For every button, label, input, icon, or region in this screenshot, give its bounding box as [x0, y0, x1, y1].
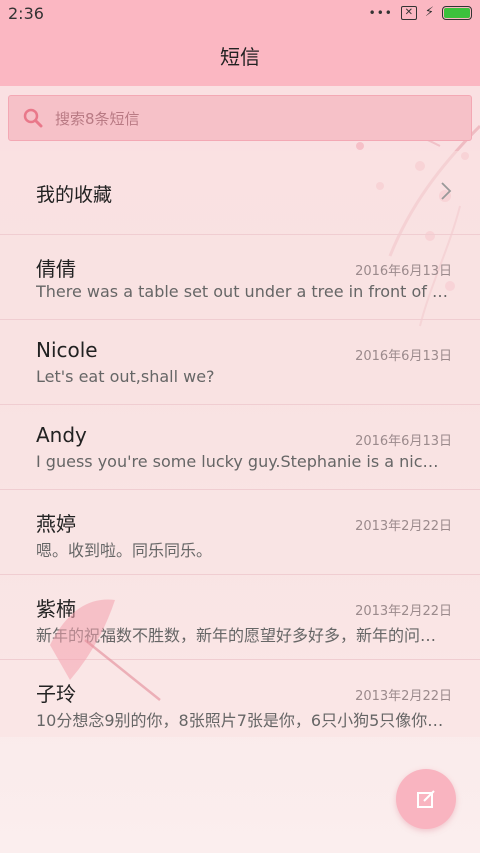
conversation-list: 我的收藏 倩倩 2016年6月13日 There was a table set… — [0, 151, 480, 737]
search-icon — [23, 108, 43, 128]
message-date: 2013年2月22日 — [355, 519, 452, 534]
charging-icon: ⚡ — [424, 5, 434, 20]
message-preview: 新年的祝福数不胜数，新年的愿望好多好多，新年的问候... — [36, 626, 448, 645]
page-title: 短信 — [220, 45, 260, 69]
contact-name: 燕婷 — [36, 512, 76, 536]
conversation-row[interactable]: 燕婷 2013年2月22日 嗯。收到啦。同乐同乐。 — [0, 490, 480, 575]
contact-name: Nicole — [36, 338, 98, 362]
message-preview: 嗯。收到啦。同乐同乐。 — [36, 541, 213, 560]
message-preview: There was a table set out under a tree i… — [36, 282, 448, 301]
battery-icon — [442, 5, 472, 20]
contact-name: Andy — [36, 423, 87, 447]
message-date: 2016年6月13日 — [355, 264, 452, 279]
contact-name: 紫楠 — [36, 597, 76, 621]
no-sim-icon: ✕ — [400, 5, 417, 20]
status-bar: 2:36 ••• ✕ ⚡ — [0, 0, 480, 28]
search-input[interactable]: 搜索8条短信 — [8, 95, 472, 141]
header: 短信 — [0, 28, 480, 86]
favorites-label: 我的收藏 — [36, 184, 113, 206]
favorites-item[interactable]: 我的收藏 — [0, 151, 480, 235]
message-date: 2013年2月22日 — [355, 689, 452, 704]
compose-icon — [417, 790, 435, 808]
conversation-row[interactable]: Andy 2016年6月13日 I guess you're some luck… — [0, 405, 480, 490]
status-time: 2:36 — [8, 4, 44, 23]
status-icons: ••• ✕ ⚡ — [369, 5, 472, 20]
conversation-row[interactable]: 子玲 2013年2月22日 10分想念9别的你，8张照片7张是你，6只小狗5只像… — [0, 660, 480, 744]
contact-name: 倩倩 — [36, 257, 76, 281]
message-preview: Let's eat out,shall we? — [36, 367, 215, 386]
dots-icon: ••• — [368, 5, 393, 20]
conversation-row[interactable]: 紫楠 2013年2月22日 新年的祝福数不胜数，新年的愿望好多好多，新年的问候.… — [0, 575, 480, 660]
message-date: 2016年6月13日 — [355, 434, 452, 449]
message-date: 2016年6月13日 — [355, 349, 452, 364]
message-preview: I guess you're some lucky guy.Stephanie … — [36, 452, 448, 471]
conversation-row[interactable]: Nicole 2016年6月13日 Let's eat out,shall we… — [0, 320, 480, 405]
contact-name: 子玲 — [36, 682, 76, 706]
message-date: 2013年2月22日 — [355, 604, 452, 619]
conversation-row[interactable]: 倩倩 2016年6月13日 There was a table set out … — [0, 235, 480, 320]
search-placeholder: 搜索8条短信 — [55, 109, 140, 128]
compose-button[interactable] — [396, 769, 456, 829]
message-preview: 10分想念9别的你，8张照片7张是你，6只小狗5只像你，4... — [36, 711, 448, 730]
chevron-right-icon — [441, 182, 452, 200]
